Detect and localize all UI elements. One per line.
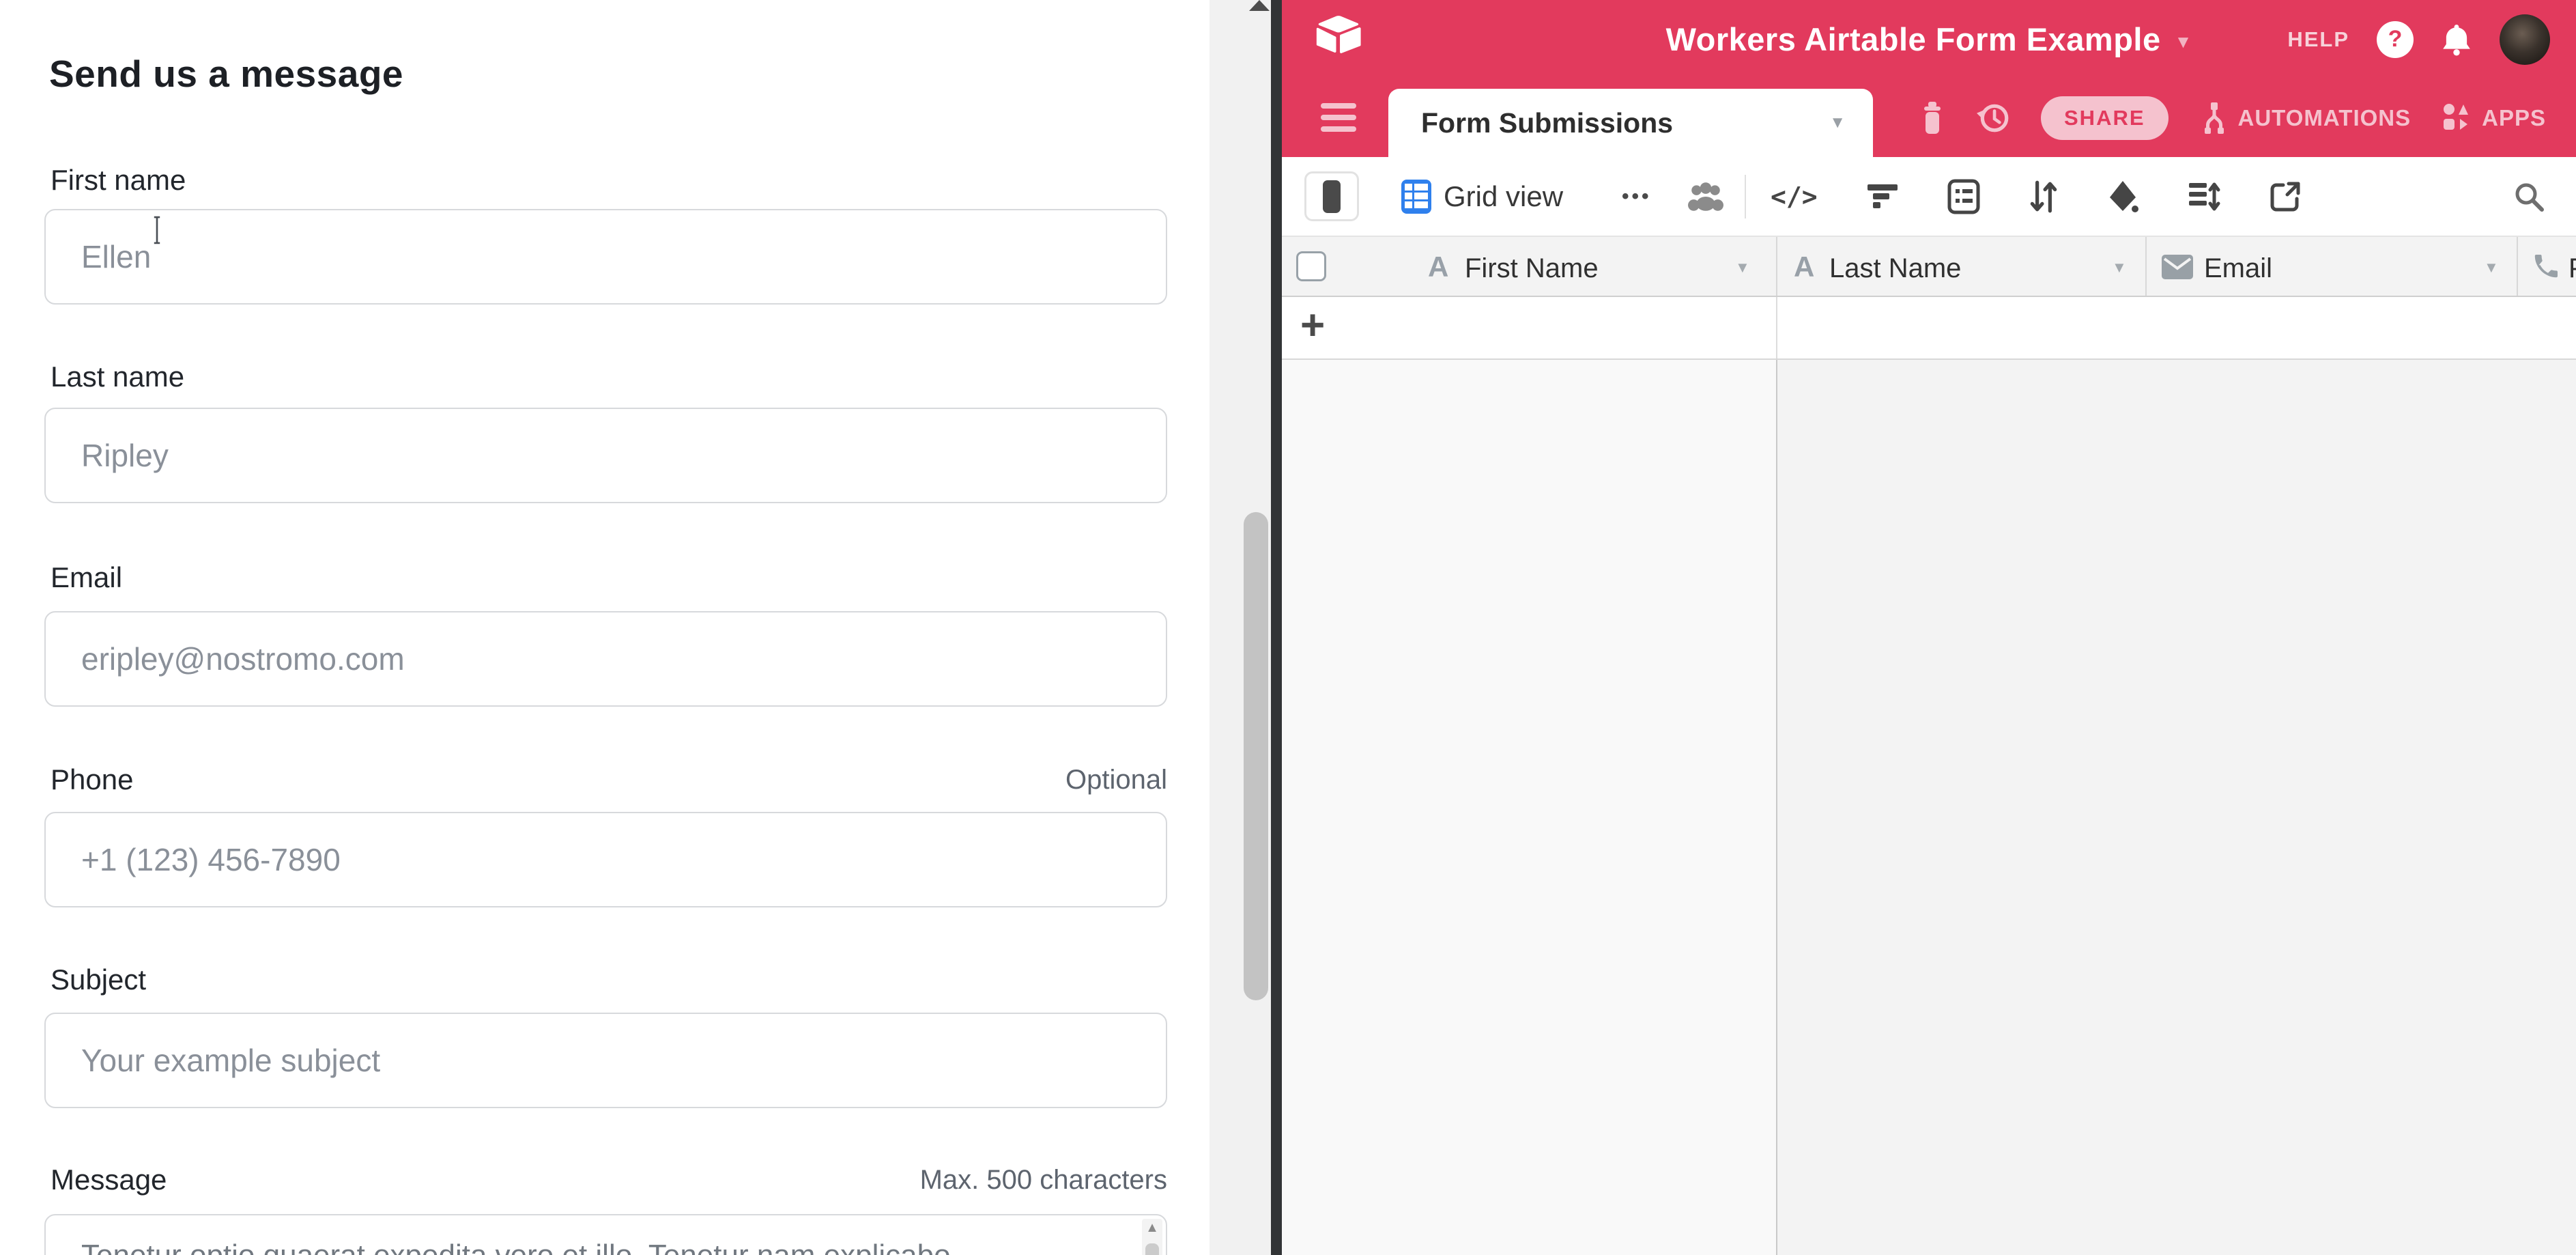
phone-field-type-icon	[2530, 252, 2560, 282]
view-name: Grid view	[1444, 180, 1563, 213]
view-toolbar: Grid view ••• </>	[1282, 157, 2576, 236]
form-title: Send us a message	[49, 52, 403, 96]
text-field-type-icon: A	[1428, 251, 1448, 283]
row-height-icon[interactable]	[2188, 180, 2220, 213]
column-header-email[interactable]: Email ▼	[2147, 237, 2517, 296]
column-name: Last Name	[1829, 253, 1961, 284]
textarea-scrollbar[interactable]: ▲	[1142, 1219, 1162, 1255]
automations-label: AUTOMATIONS	[2238, 105, 2412, 131]
toolbar-divider	[1745, 175, 1746, 218]
column-header-first-name[interactable]: A First Name ▼	[1282, 237, 1776, 296]
airtable-window: Workers Airtable Form Example ▼ HELP ? F…	[1282, 0, 2576, 1255]
scrollbar-thumb[interactable]	[1244, 512, 1268, 1000]
message-textarea[interactable]: Tenetur optio quaerat expedita vero et i…	[44, 1214, 1167, 1255]
automations-icon	[2199, 102, 2229, 135]
share-view-icon[interactable]	[2270, 181, 2301, 212]
column-caret-icon[interactable]: ▼	[1735, 259, 1750, 277]
message-text: Tenetur optio quaerat expedita vero et i…	[81, 1233, 1104, 1255]
tab-form-submissions[interactable]: Form Submissions ▼	[1388, 89, 1873, 157]
collaborators-icon[interactable]	[1687, 157, 1724, 236]
first-name-input[interactable]	[44, 209, 1167, 305]
add-record-row[interactable]: +	[1282, 297, 2576, 360]
help-question-icon[interactable]: ?	[2377, 21, 2414, 58]
screenshot-root: Send us a message First name Last name E…	[0, 0, 2576, 1255]
help-button[interactable]: HELP	[2287, 27, 2349, 52]
table-tab-bar: Form Submissions ▼	[1282, 79, 2576, 157]
automations-button[interactable]: AUTOMATIONS	[2199, 102, 2412, 135]
last-name-input[interactable]	[44, 408, 1167, 503]
subject-label: Subject	[51, 963, 146, 996]
subject-input[interactable]	[44, 1013, 1167, 1108]
textarea-scroll-thumb[interactable]	[1145, 1243, 1159, 1255]
tab-caret-icon: ▼	[1829, 113, 1846, 132]
embed-code-icon[interactable]: </>	[1771, 182, 1818, 212]
form-pane-scrollbar[interactable]	[1210, 0, 1271, 1255]
history-icon[interactable]	[1977, 101, 2011, 135]
phone-input[interactable]	[44, 812, 1167, 907]
apps-label: APPS	[2482, 105, 2546, 131]
share-button[interactable]: SHARE	[2041, 96, 2169, 140]
base-title: Workers Airtable Form Example	[1666, 20, 2161, 58]
column-header-last-name[interactable]: A Last Name ▼	[1777, 237, 2145, 296]
grid-header-row: A First Name ▼ A Last Name ▼ Email ▼	[1282, 236, 2576, 297]
sort-icon[interactable]	[2029, 180, 2058, 214]
apps-button[interactable]: APPS	[2441, 102, 2546, 134]
column-caret-icon[interactable]: ▼	[2112, 259, 2127, 277]
email-input[interactable]	[44, 611, 1167, 707]
window-divider	[1271, 0, 1282, 1255]
toolbar-icons: </>	[1771, 157, 2301, 236]
sidebar-toggle-button[interactable]	[1304, 171, 1359, 221]
group-icon[interactable]	[1947, 179, 1980, 214]
grid-view-button[interactable]: Grid view	[1401, 157, 1563, 236]
user-avatar[interactable]	[2500, 14, 2550, 65]
text-cursor-icon	[152, 216, 162, 244]
column-caret-icon[interactable]: ▼	[2484, 259, 2499, 277]
column-divider	[1776, 297, 1777, 358]
column-name: Phone	[2568, 253, 2576, 284]
scroll-up-icon[interactable]: ▲	[1142, 1220, 1162, 1236]
last-name-label: Last name	[51, 361, 184, 393]
column-name: Email	[2204, 253, 2272, 284]
email-label: Email	[51, 561, 122, 594]
scrollbar-up-arrow-icon[interactable]	[1249, 0, 1270, 11]
filter-icon[interactable]	[1867, 183, 1898, 210]
trash-icon[interactable]	[1918, 101, 1947, 135]
column-name: First Name	[1465, 253, 1599, 284]
search-icon[interactable]	[2513, 157, 2545, 236]
apps-icon	[2441, 102, 2472, 134]
grid-view-icon	[1401, 180, 1431, 214]
top-bar-actions: HELP ?	[2287, 0, 2550, 79]
view-options-ellipsis-icon[interactable]: •••	[1622, 157, 1652, 236]
first-name-label: First name	[51, 164, 186, 197]
grid-empty-area	[1282, 360, 1776, 1255]
airtable-top-bar: Workers Airtable Form Example ▼ HELP ?	[1282, 0, 2576, 79]
message-max-chars-hint: Max. 500 characters	[44, 1165, 1167, 1196]
tab-label: Form Submissions	[1421, 107, 1673, 139]
hamburger-menu-icon[interactable]	[1321, 103, 1356, 132]
color-fill-icon[interactable]	[2107, 180, 2138, 214]
email-field-type-icon	[2162, 255, 2193, 279]
text-field-type-icon: A	[1794, 251, 1814, 283]
notifications-bell-icon[interactable]	[2441, 23, 2472, 56]
column-divider	[1776, 360, 1777, 1255]
contact-form-pane: Send us a message First name Last name E…	[0, 0, 1215, 1255]
base-title-caret-icon: ▼	[2175, 26, 2192, 53]
column-header-phone[interactable]: Phone	[2518, 237, 2576, 296]
grid-empty-area	[1777, 360, 2576, 1255]
phone-optional-hint: Optional	[44, 765, 1167, 795]
add-record-plus-icon[interactable]: +	[1300, 301, 1325, 350]
tab-bar-actions: SHARE AUTOMATIONS APPS	[1918, 79, 2546, 157]
